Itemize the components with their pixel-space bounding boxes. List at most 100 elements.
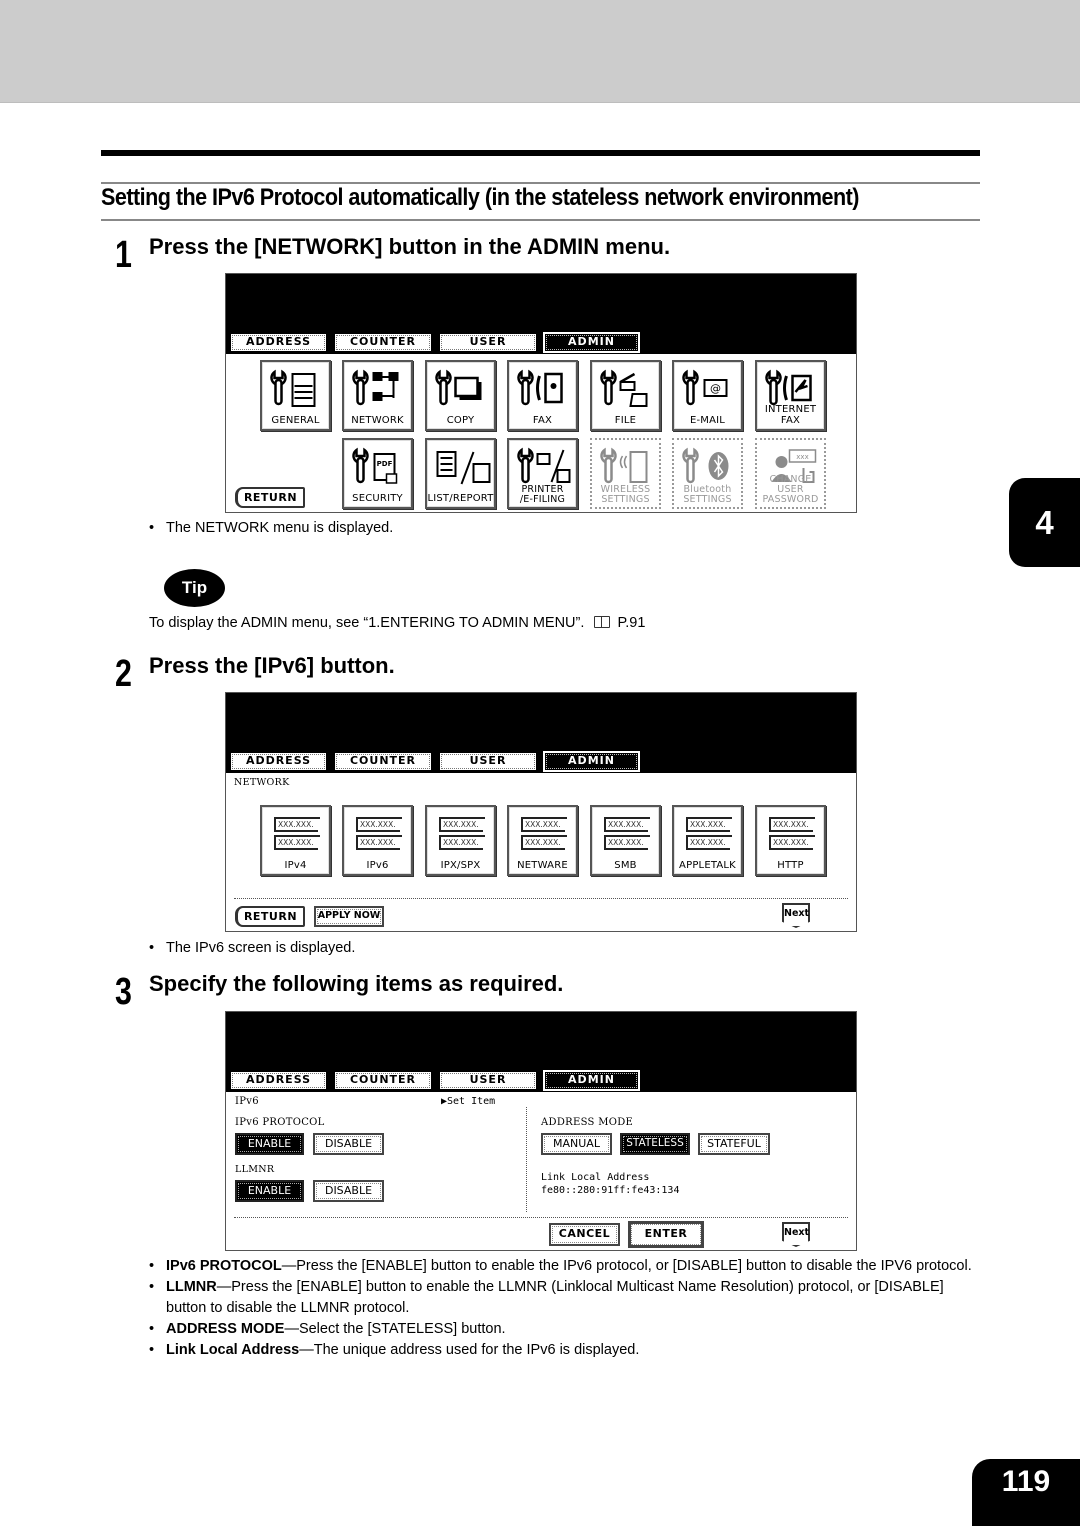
step-number: 2: [115, 653, 132, 695]
tile-label: GENERAL: [271, 415, 320, 426]
address-mode-manual-button[interactable]: MANUAL: [541, 1133, 612, 1155]
email-icon: @: [674, 366, 741, 412]
address-placeholder: XXX.XXX.: [274, 835, 320, 850]
link-local-address-label: Link Local Address: [541, 1172, 650, 1183]
llmnr-enable-button[interactable]: ENABLE: [235, 1180, 304, 1202]
description-link-local-address: • Link Local Address—The unique address u…: [149, 1342, 640, 1358]
section-title: Setting the IPv6 Protocol automatically …: [101, 184, 859, 211]
page-reference-link[interactable]: P.91: [617, 615, 645, 631]
menu-tile-copy[interactable]: COPY: [425, 360, 496, 431]
menu-tile-network[interactable]: NETWORK: [342, 360, 413, 431]
svg-text:PDF: PDF: [377, 460, 393, 468]
network-tile-appletalk[interactable]: XXX.XXX. XXX.XXX. APPLETALK: [672, 805, 743, 876]
description-address-mode: • ADDRESS MODE—Select the [STATELESS] but…: [149, 1321, 506, 1337]
network-tile-http[interactable]: XXX.XXX. XXX.XXX. HTTP: [755, 805, 826, 876]
network-tile-ipv4[interactable]: XXX.XXX. XXX.XXX. IPv4: [260, 805, 331, 876]
copy-icon: [427, 366, 494, 412]
section-rule-bottom: [101, 219, 980, 221]
tile-label: IPv6: [366, 860, 389, 871]
menu-tile-printer-e-filing[interactable]: PRINTER /E-FILING: [507, 438, 578, 509]
address-placeholder: XXX.XXX.: [769, 835, 815, 850]
file-icon: [592, 366, 659, 412]
address-fields-icon: XXX.XXX. XXX.XXX.: [769, 817, 815, 853]
network-icon: [344, 366, 411, 412]
address-fields-icon: XXX.XXX. XXX.XXX.: [274, 817, 320, 853]
menu-tile-security[interactable]: PDF SECURITY: [342, 438, 413, 509]
divider: [234, 1217, 848, 1218]
address-placeholder: XXX.XXX.: [439, 817, 485, 832]
tab-admin[interactable]: ADMIN: [543, 332, 640, 353]
tab-user[interactable]: USER: [438, 1070, 538, 1091]
next-button[interactable]: Next: [782, 903, 810, 928]
tab-address[interactable]: ADDRESS: [229, 751, 328, 772]
note-ipv6-screen: • The IPv6 screen is displayed.: [149, 940, 356, 956]
page-number: 119: [972, 1459, 1080, 1526]
return-button[interactable]: RETURN: [235, 487, 305, 508]
tile-label: IPv4: [284, 860, 307, 871]
address-mode-stateless-button[interactable]: STATELESS: [620, 1133, 690, 1155]
step-text: Specify the following items as required.: [149, 971, 564, 996]
next-button[interactable]: Next: [782, 1222, 810, 1247]
menu-tile-fax[interactable]: FAX: [507, 360, 578, 431]
address-fields-icon: XXX.XXX. XXX.XXX.: [604, 817, 650, 853]
screen-title: NETWORK: [234, 777, 290, 788]
divider: [234, 898, 848, 899]
column-divider: [526, 1107, 527, 1212]
tab-address[interactable]: ADDRESS: [229, 1070, 328, 1091]
network-tile-ipv6[interactable]: XXX.XXX. XXX.XXX. IPv6: [342, 805, 413, 876]
tab-admin[interactable]: ADMIN: [543, 751, 640, 772]
return-button[interactable]: RETURN: [235, 906, 305, 927]
tile-label: E-MAIL: [689, 415, 726, 426]
enter-button[interactable]: ENTER: [628, 1221, 704, 1248]
network-tile-ipx-spx[interactable]: XXX.XXX. XXX.XXX. IPX/SPX: [425, 805, 496, 876]
lcd-screen-ipv6: ADDRESS COUNTER USER ADMIN IPv6 ▶Set Ite…: [225, 1011, 857, 1251]
general-icon: [262, 366, 329, 412]
llmnr-disable-button[interactable]: DISABLE: [313, 1180, 384, 1202]
address-placeholder: XXX.XXX.: [521, 817, 567, 832]
menu-tile-e-mail[interactable]: @ E-MAIL: [672, 360, 743, 431]
menu-tile-change-user-password: xxx CHANGE USER PASSWORD: [755, 438, 826, 509]
menu-tile-list-report[interactable]: LIST/REPORT: [425, 438, 496, 509]
tip-badge: Tip: [164, 569, 225, 607]
fax-icon: [509, 366, 576, 412]
network-tile-smb[interactable]: XXX.XXX. XXX.XXX. SMB: [590, 805, 661, 876]
chapter-tab: 4: [1009, 478, 1080, 567]
address-mode-label: ADDRESS MODE: [541, 1117, 634, 1128]
tab-address[interactable]: ADDRESS: [229, 332, 328, 353]
description-llmnr: • LLMNR—Press the [ENABLE] button to enab…: [149, 1279, 944, 1316]
address-placeholder: XXX.XXX.: [604, 817, 650, 832]
address-placeholder: XXX.XXX.: [356, 835, 402, 850]
tile-label: SMB: [614, 860, 637, 871]
step-1: 1 Press the [NETWORK] button in the ADMI…: [115, 234, 670, 276]
tip-text: To display the ADMIN menu, see “1.ENTERI…: [149, 615, 646, 631]
menu-tile-file[interactable]: FILE: [590, 360, 661, 431]
tile-label: Bluetooth SETTINGS: [683, 484, 732, 505]
address-placeholder: XXX.XXX.: [769, 817, 815, 832]
apply-now-button[interactable]: APPLY NOW: [314, 906, 384, 927]
description-ipv6-protocol: • IPv6 PROTOCOL—Press the [ENABLE] button…: [149, 1258, 972, 1274]
tile-label: FILE: [614, 415, 637, 426]
ipv6-protocol-label: IPv6 PROTOCOL: [235, 1117, 325, 1128]
lcd-tab-row: ADDRESS COUNTER USER ADMIN: [226, 1069, 856, 1092]
address-placeholder: XXX.XXX.: [686, 835, 732, 850]
step-number: 1: [115, 234, 132, 276]
tab-counter[interactable]: COUNTER: [333, 751, 433, 772]
tab-user[interactable]: USER: [438, 751, 538, 772]
menu-tile-internet-fax[interactable]: INTERNET FAX: [755, 360, 826, 431]
tab-user[interactable]: USER: [438, 332, 538, 353]
lcd-tab-row: ADDRESS COUNTER USER ADMIN: [226, 331, 856, 354]
svg-text:xxx: xxx: [796, 453, 808, 461]
address-placeholder: XXX.XXX.: [521, 835, 567, 850]
address-mode-stateful-button[interactable]: STATEFUL: [698, 1133, 770, 1155]
ipv6-enable-button[interactable]: ENABLE: [235, 1133, 304, 1155]
tile-label: LIST/REPORT: [427, 493, 494, 504]
cancel-button[interactable]: CANCEL: [549, 1223, 620, 1246]
step-number: 3: [115, 971, 132, 1013]
network-tile-netware[interactable]: XXX.XXX. XXX.XXX. NETWARE: [507, 805, 578, 876]
book-icon: [594, 616, 611, 628]
tab-counter[interactable]: COUNTER: [333, 332, 433, 353]
menu-tile-general[interactable]: GENERAL: [260, 360, 331, 431]
tab-admin[interactable]: ADMIN: [543, 1070, 640, 1091]
ipv6-disable-button[interactable]: DISABLE: [313, 1133, 384, 1155]
tab-counter[interactable]: COUNTER: [333, 1070, 433, 1091]
